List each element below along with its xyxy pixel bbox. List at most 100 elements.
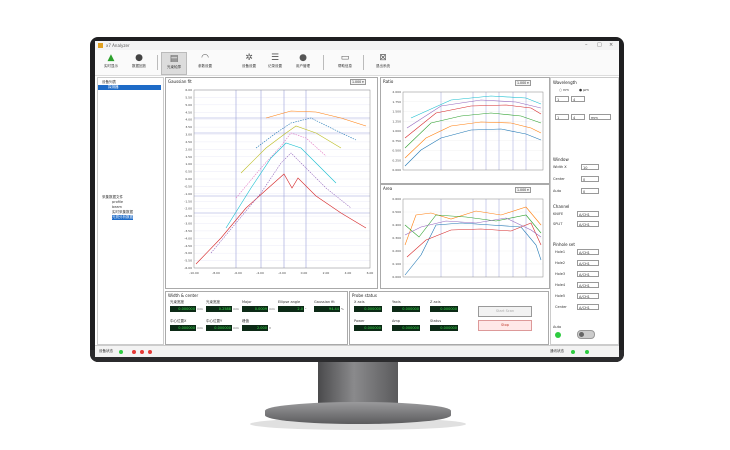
y-tick-label: -2.50 — [184, 214, 192, 218]
window-field-label: Auto — [553, 189, 562, 193]
y-tick-label: 1.000 — [392, 129, 401, 133]
hole-label: Center — [555, 305, 567, 309]
toolbar-button-playback[interactable]: ● 数据回放 — [127, 52, 151, 73]
status-led — [119, 350, 123, 354]
unit-label: mm — [233, 326, 239, 330]
radio-nm-label: nm — [563, 88, 569, 92]
profile-icon: ▤ — [169, 54, 179, 64]
field-label: 中心位置X — [170, 319, 187, 323]
radio-nm[interactable]: ○ nm — [559, 88, 569, 92]
field-label: X axis — [354, 300, 365, 304]
auto-indicator — [555, 332, 561, 338]
channel-select[interactable]: A/CH1 — [577, 221, 599, 227]
value-display: 0.000000 — [206, 325, 232, 331]
toolbar-button-device[interactable]: ✲ 设备设置 — [237, 52, 261, 73]
record-list-icon: ☰ — [270, 53, 280, 63]
window-field-input[interactable]: 0 — [581, 176, 599, 182]
value-display: 2.0 — [278, 306, 304, 312]
x-tick-label: -4.00 — [256, 271, 264, 275]
beam-measure-panel: Width & center 光束宽度 0.000000 mm 光束宽度 0.2588 m… — [165, 291, 348, 345]
unit-label: mm — [197, 326, 203, 330]
spin-box[interactable]: 4 — [571, 114, 585, 120]
start-scan-button[interactable]: Start Scan — [478, 306, 532, 317]
toolbar-button-record[interactable]: ☰ 记录设置 — [263, 52, 287, 73]
window-field-label: Center — [553, 177, 565, 181]
field-label: Yaxis — [392, 300, 401, 304]
y-tick-label: 4.50 — [185, 110, 192, 114]
y-tick-label: 2.00 — [185, 147, 192, 151]
toolbar-label: 用户管理 — [296, 64, 310, 68]
main-chart-panel: Gaussian fit 1.000 ▾ 6.00 5.50 5.00 4.50 4.0… — [165, 77, 378, 289]
window-heading: Window — [553, 157, 569, 162]
toolbar-label: 参数设置 — [198, 64, 212, 68]
y-tick-label: 0.500 — [392, 210, 401, 214]
y-tick-label: -5.00 — [184, 251, 192, 255]
value-display: 2.000 — [242, 325, 268, 331]
x-tick-label: 2.00 — [323, 271, 330, 275]
toolbar-button-realtime[interactable]: ▲ 实时显示 — [99, 52, 123, 73]
stop-button[interactable]: Stop — [478, 320, 532, 331]
status-led — [140, 350, 144, 354]
auto-label: Auto — [553, 325, 562, 329]
main-chart[interactable]: 6.00 5.50 5.00 4.50 4.00 3.50 3.00 2.50 2.00 1.50… — [166, 78, 377, 288]
y-tick-label: -1.50 — [184, 199, 192, 203]
hole-select[interactable]: A/CH1 — [577, 249, 599, 255]
tree-item-selected[interactable]: 光斑分析数据 — [112, 215, 133, 220]
hole-select[interactable]: A/CH1 — [577, 304, 599, 310]
y-tick-label: -0.50 — [184, 184, 192, 188]
y-tick-label: 0.000 — [392, 168, 401, 172]
wavelength-heading: Wavelength — [553, 80, 577, 85]
close-icon[interactable]: × — [609, 42, 613, 48]
channel-select[interactable]: A/CH1 — [577, 211, 599, 217]
settings-icon: ✲ — [245, 53, 253, 63]
toolbar-button-params[interactable]: ◠ 参数设置 — [193, 52, 217, 73]
series-line — [195, 173, 367, 265]
window-field-input[interactable]: 0 — [581, 188, 599, 194]
value-display: 0.2588 — [206, 306, 232, 312]
maximize-icon[interactable]: □ — [597, 42, 602, 48]
toolbar-label: 帮助信息 — [338, 64, 352, 68]
spin-box[interactable]: 4 — [571, 96, 585, 102]
help-icon: ▭ — [340, 53, 350, 63]
toolbar-button-user[interactable]: ● 用户管理 — [291, 52, 315, 73]
hole-select[interactable]: A/CH1 — [577, 260, 599, 266]
y-tick-label: 0.50 — [185, 170, 192, 174]
hole-select[interactable]: A/CH1 — [577, 282, 599, 288]
field-label: 中心位置Y — [206, 319, 223, 323]
y-tick-label: 0.250 — [392, 158, 401, 162]
field-label: 光束宽度 — [206, 300, 220, 304]
y-tick-label: -5.50 — [184, 259, 192, 263]
toolbar-button-help[interactable]: ▭ 帮助信息 — [333, 52, 357, 73]
spin-box[interactable]: 1 — [555, 114, 569, 120]
ratio-chart[interactable]: 2.000 1.750 1.500 1.250 1.000 0.750 0.500 0.250… — [381, 78, 549, 183]
hole-select[interactable]: A/CH1 — [577, 293, 599, 299]
toolbar-button-profile[interactable]: ▤ 光束轮廓 — [161, 52, 187, 75]
hole-select[interactable]: A/CH1 — [577, 271, 599, 277]
window-field-input[interactable]: 10 — [581, 164, 599, 170]
radio-um[interactable]: ● μm — [579, 88, 589, 92]
pinhole-heading: Pinhole set — [553, 242, 575, 247]
tree-item[interactable]: profile — [112, 200, 123, 204]
y-tick-label: -4.00 — [184, 236, 192, 240]
app-title: x7 Analyzer — [106, 43, 130, 48]
monitor-stand-neck — [318, 362, 398, 406]
y-tick-label: 1.50 — [185, 155, 192, 159]
unit-select[interactable]: mm — [589, 114, 611, 120]
tree-item-selected[interactable]: 探测器 — [98, 85, 161, 90]
field-label: Major — [242, 300, 252, 304]
channel-label: SPLIT — [553, 222, 563, 226]
series-line — [265, 110, 367, 127]
value-display: 94.44 — [314, 306, 340, 312]
toolbar-label: 设备设置 — [242, 64, 256, 68]
auto-toggle[interactable] — [577, 330, 595, 339]
minimize-icon[interactable]: – — [585, 42, 588, 48]
value-display: 0.000000 — [392, 325, 420, 331]
tree-item[interactable]: beam — [112, 205, 122, 209]
spin-box[interactable]: 1 — [555, 96, 569, 102]
unit-label: mm — [197, 307, 203, 311]
x-tick-label: 4.00 — [345, 271, 352, 275]
toolbar-button-exit[interactable]: ⊠ 退出系统 — [371, 52, 395, 73]
area-chart[interactable]: 0.600 0.500 0.400 0.300 0.200 0.100 0.000 — [381, 185, 549, 288]
field-label: Ellipse angle — [278, 300, 301, 304]
hole-label: Hole2 — [555, 261, 566, 265]
